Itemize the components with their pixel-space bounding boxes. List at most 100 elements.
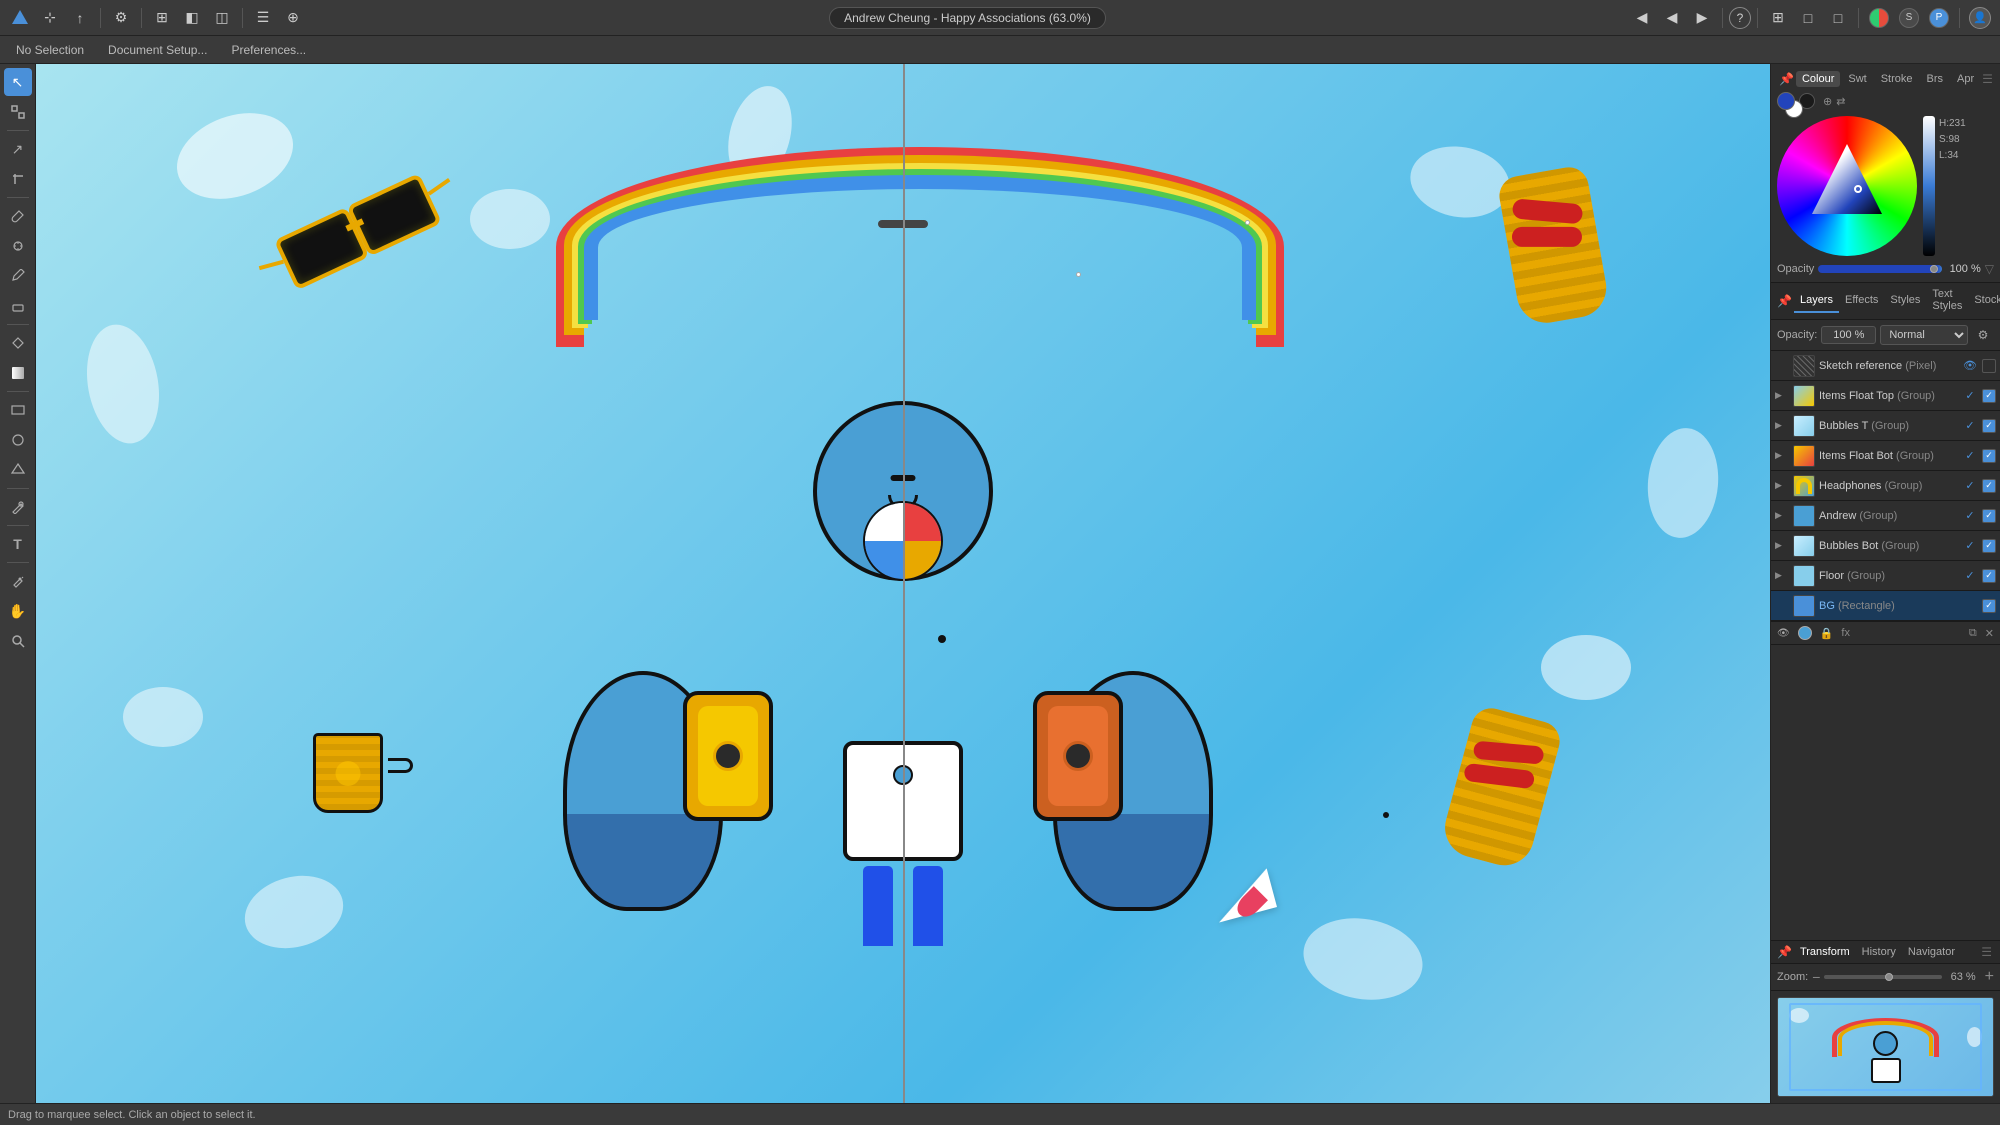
layer-visibility-icon[interactable]: ✓ bbox=[1962, 568, 1978, 584]
pixel-btn[interactable]: P bbox=[1925, 4, 1953, 32]
layer-item-bg[interactable]: BG (Rectangle) ✓ bbox=[1771, 591, 2000, 621]
rect-tool-btn[interactable] bbox=[4, 396, 32, 424]
pixel-brush-btn[interactable] bbox=[4, 232, 32, 260]
grid-btn[interactable]: ⊞ bbox=[148, 4, 176, 32]
layer-expand-icon[interactable]: ▶ bbox=[1775, 390, 1789, 401]
brushes-tab[interactable]: Brs bbox=[1921, 71, 1950, 87]
layer-visibility-icon[interactable]: ✓ bbox=[1962, 538, 1978, 554]
fx-icon[interactable]: fx bbox=[1841, 627, 1850, 639]
layer-expand-icon[interactable]: ▶ bbox=[1775, 450, 1789, 461]
polygon-tool-btn[interactable] bbox=[4, 456, 32, 484]
layer-checkbox[interactable]: ✓ bbox=[1982, 599, 1996, 613]
layer-checkbox[interactable]: ✓ bbox=[1982, 419, 1996, 433]
gradient-tool-btn[interactable] bbox=[4, 359, 32, 387]
layer-item[interactable]: ▶ Items Float Bot (Group) ✓ ✓ bbox=[1771, 441, 2000, 471]
opacity-slider[interactable] bbox=[1818, 265, 1941, 273]
fill-tool-btn[interactable] bbox=[4, 329, 32, 357]
zoom-tool-btn[interactable] bbox=[4, 627, 32, 655]
view-split-btn[interactable]: ◧ bbox=[178, 4, 206, 32]
colour-indicator[interactable] bbox=[1854, 185, 1862, 193]
help-btn[interactable]: ? bbox=[1729, 7, 1751, 29]
zoom-in-btn[interactable]: ▶ bbox=[1688, 4, 1716, 32]
layer-item[interactable]: ▶ Bubbles T (Group) ✓ ✓ bbox=[1771, 411, 2000, 441]
node-tool-btn[interactable] bbox=[4, 98, 32, 126]
swatches-tab[interactable]: Swt bbox=[1842, 71, 1872, 87]
text-styles-panel-tab[interactable]: Text Styles bbox=[1926, 283, 1968, 319]
layer-checkbox[interactable] bbox=[1982, 359, 1996, 373]
crop-tool-btn[interactable] bbox=[4, 165, 32, 193]
zoom-minus-btn[interactable]: − bbox=[1812, 969, 1820, 985]
node-grid-btn[interactable]: ⊹ bbox=[36, 4, 64, 32]
styles-panel-tab[interactable]: Styles bbox=[1884, 289, 1926, 313]
view-mode-btn[interactable]: ◫ bbox=[208, 4, 236, 32]
zoom-slider-thumb[interactable] bbox=[1885, 973, 1893, 981]
opacity-thumb[interactable] bbox=[1930, 265, 1938, 273]
layers-panel-tab[interactable]: Layers bbox=[1794, 289, 1839, 313]
text-tool-btn[interactable]: T bbox=[4, 530, 32, 558]
align-left-btn[interactable]: ◀ bbox=[1628, 4, 1656, 32]
layer-visibility-icon[interactable] bbox=[1962, 598, 1978, 614]
foreground-swatch[interactable] bbox=[1777, 92, 1795, 110]
layer-visibility-icon[interactable]: ✓ bbox=[1962, 418, 1978, 434]
opacity-expand-icon[interactable]: ▽ bbox=[1985, 262, 1994, 276]
paint-brush-btn[interactable] bbox=[4, 202, 32, 230]
layer-item[interactable]: Sketch reference (Pixel) 👁 bbox=[1771, 351, 2000, 381]
arrange-btn[interactable]: ☰ bbox=[249, 4, 277, 32]
layer-checkbox[interactable]: ✓ bbox=[1982, 389, 1996, 403]
layer-action-1[interactable]: ⧉ bbox=[1969, 627, 1977, 640]
ellipse-tool-btn[interactable] bbox=[4, 426, 32, 454]
lock-icon[interactable]: 🔒 bbox=[1820, 627, 1834, 640]
stock-panel-tab[interactable]: Stock bbox=[1968, 289, 2000, 313]
colour-wheel[interactable] bbox=[1777, 116, 1917, 256]
layer-expand-icon[interactable]: ▶ bbox=[1775, 540, 1789, 551]
panel-toggle1[interactable]: □ bbox=[1794, 4, 1822, 32]
color-profile-btn[interactable] bbox=[1865, 4, 1893, 32]
layer-expand-icon[interactable]: ▶ bbox=[1775, 480, 1789, 491]
share-btn[interactable]: ↑ bbox=[66, 4, 94, 32]
effects-panel-tab[interactable]: Effects bbox=[1839, 289, 1884, 313]
canvas-area[interactable] bbox=[36, 64, 1770, 1103]
layer-checkbox[interactable]: ✓ bbox=[1982, 569, 1996, 583]
panel-toggle2[interactable]: □ bbox=[1824, 4, 1852, 32]
zoom-out-btn[interactable]: ◀ bbox=[1658, 4, 1686, 32]
sample-color-btn[interactable] bbox=[4, 567, 32, 595]
layer-opacity-input[interactable] bbox=[1821, 326, 1876, 344]
appearance-tab[interactable]: Apr bbox=[1951, 71, 1980, 87]
layer-item[interactable]: ▶ Floor (Group) ✓ ✓ bbox=[1771, 561, 2000, 591]
layer-visibility-icon[interactable]: ✓ bbox=[1962, 388, 1978, 404]
zoom-plus-btn[interactable]: + bbox=[1985, 968, 1994, 986]
no-selection-btn[interactable]: No Selection bbox=[6, 39, 94, 61]
layer-settings-btn[interactable]: ⚙ bbox=[1972, 324, 1994, 346]
colour-gradient-bar[interactable] bbox=[1923, 116, 1935, 256]
select-tool-btn[interactable]: ↖ bbox=[4, 68, 32, 96]
navigator-panel-tab[interactable]: Navigator bbox=[1902, 942, 1961, 962]
snap-btn[interactable]: ⊕ bbox=[279, 4, 307, 32]
layer-checkbox[interactable]: ✓ bbox=[1982, 539, 1996, 553]
layer-item[interactable]: ▶ Headphones (Group) ✓ ✓ bbox=[1771, 471, 2000, 501]
affinity-logo-btn[interactable] bbox=[6, 4, 34, 32]
eraser-btn[interactable] bbox=[4, 292, 32, 320]
document-setup-btn[interactable]: Document Setup... bbox=[98, 39, 217, 61]
zoom-slider[interactable] bbox=[1824, 975, 1941, 979]
layer-visibility-icon[interactable]: ✓ bbox=[1962, 508, 1978, 524]
transform-tool-btn[interactable]: ↗ bbox=[4, 135, 32, 163]
swap-icon[interactable]: ⇄ bbox=[1836, 95, 1845, 108]
blend-mode-select[interactable]: Normal Multiply Screen Overlay bbox=[1880, 325, 1968, 345]
layer-checkbox[interactable]: ✓ bbox=[1982, 479, 1996, 493]
colour-tab[interactable]: Colour bbox=[1796, 71, 1840, 87]
layer-checkbox[interactable]: ✓ bbox=[1982, 449, 1996, 463]
bottom-panel-menu[interactable]: ☰ bbox=[1977, 941, 1996, 963]
preferences-sec-btn[interactable]: Preferences... bbox=[221, 39, 316, 61]
layer-checkbox[interactable]: ✓ bbox=[1982, 509, 1996, 523]
pen-tool-btn[interactable] bbox=[4, 493, 32, 521]
layer-item[interactable]: ▶ Bubbles Bot (Group) ✓ ✓ bbox=[1771, 531, 2000, 561]
layer-expand-icon[interactable]: ▶ bbox=[1775, 570, 1789, 581]
hand-tool-btn[interactable]: ✋ bbox=[4, 597, 32, 625]
layer-visibility-icon[interactable]: 👁 bbox=[1962, 358, 1978, 374]
transform-panel-tab[interactable]: Transform bbox=[1794, 942, 1856, 962]
history-panel-tab[interactable]: History bbox=[1856, 942, 1902, 962]
layer-action-2[interactable]: ✕ bbox=[1985, 627, 1994, 640]
view-toggle-btn[interactable]: ⊞ bbox=[1764, 4, 1792, 32]
colour-panel-menu[interactable]: ☰ bbox=[1980, 70, 1995, 88]
eyedropper-icon[interactable]: ⊕ bbox=[1823, 95, 1832, 108]
